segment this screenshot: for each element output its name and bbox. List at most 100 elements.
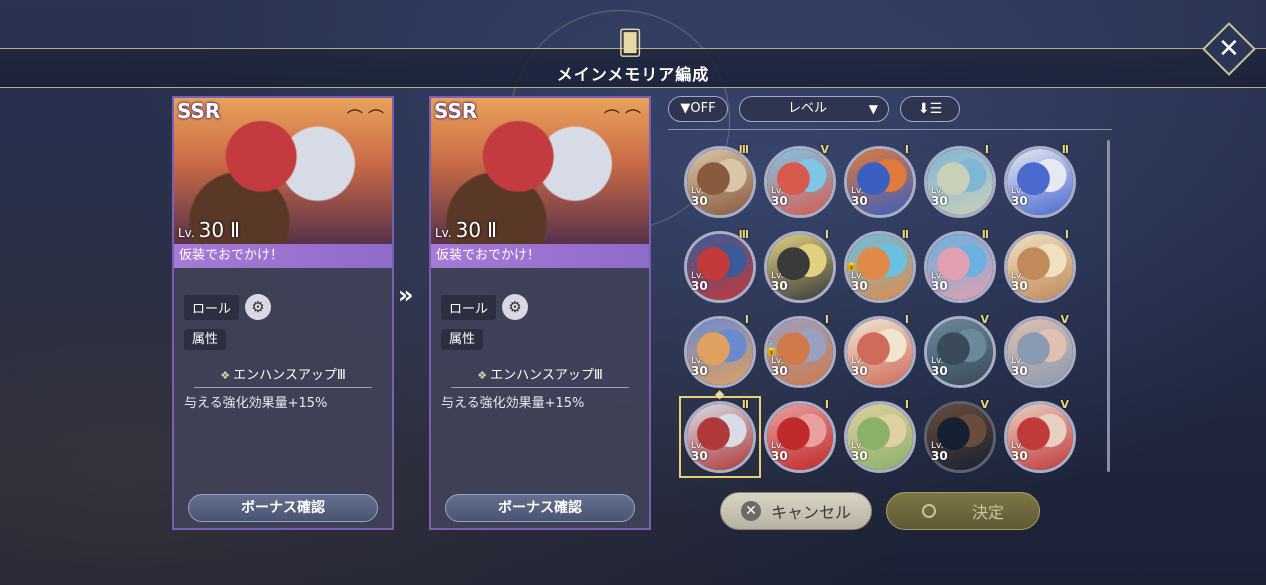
memory-item[interactable]: Lv. 30 Ⅰ bbox=[844, 313, 916, 388]
memory-item[interactable]: Lv. 30 Ⅴ bbox=[1004, 313, 1076, 388]
memory-level: Lv. 30 bbox=[851, 441, 868, 463]
limit-break-tier: Ⅰ bbox=[1064, 228, 1069, 241]
skill-name-text: エンハンスアップⅢ bbox=[233, 368, 346, 383]
chevron-down-icon: ▼ bbox=[868, 102, 878, 116]
memory-level: Lv. 30 bbox=[851, 186, 868, 207]
memory-item[interactable]: Lv. 30 Ⅰ bbox=[844, 143, 916, 218]
memory-item[interactable]: Lv. 30 Ⅴ bbox=[1004, 398, 1076, 473]
skill-icon: ❖ bbox=[477, 369, 488, 382]
bonus-check-button[interactable]: ボーナス確認 bbox=[445, 494, 635, 522]
circle-icon bbox=[921, 504, 936, 518]
sort-dropdown[interactable]: レベル ▼ bbox=[739, 96, 889, 122]
memory-card-art: SSR ⌒ ⌒ Lv. 30 Ⅱ bbox=[431, 98, 649, 244]
memory-level: Lv. 30 bbox=[1011, 356, 1028, 377]
memory-level: Lv. 30 bbox=[691, 356, 708, 378]
memory-item[interactable]: Lv. 30 Ⅴ bbox=[764, 143, 836, 218]
limit-break-tier: Ⅲ bbox=[738, 228, 749, 241]
memory-level: Lv. 30 bbox=[691, 186, 708, 208]
level-value: 30 bbox=[691, 194, 708, 208]
sort-order-button[interactable]: ⬇☰ bbox=[900, 96, 960, 122]
limit-break-tier: Ⅴ bbox=[1060, 313, 1069, 326]
memory-item[interactable]: Lv. 30 Ⅰ bbox=[844, 398, 916, 473]
level-value: 30 bbox=[691, 364, 708, 378]
level-value: 30 bbox=[691, 279, 708, 293]
attribute-label: 属性 bbox=[441, 329, 484, 350]
scrollbar[interactable] bbox=[1107, 140, 1110, 472]
memory-level: Lv. 30 bbox=[931, 441, 948, 463]
memory-item[interactable]: Lv. 30 Ⅴ bbox=[924, 313, 996, 388]
memory-level: Lv. 30 bbox=[1011, 186, 1028, 208]
memory-item[interactable]: Lv. 30 Ⅰ 🔒 bbox=[764, 313, 836, 388]
limit-break-tier: Ⅱ bbox=[1061, 143, 1069, 156]
memory-item[interactable]: Lv. 30 Ⅰ bbox=[1004, 228, 1076, 303]
skill-description: 与える強化効果量+15% bbox=[184, 396, 328, 411]
limit-break-tier: Ⅱ bbox=[487, 218, 497, 242]
memory-item[interactable]: Lv. 30 Ⅲ bbox=[684, 228, 756, 303]
limit-break-tier: Ⅰ bbox=[984, 143, 989, 156]
memory-level: Lv. 30 bbox=[771, 356, 788, 378]
skill-icon: ❖ bbox=[220, 369, 231, 382]
memory-item[interactable]: Lv. 30 Ⅱ bbox=[924, 228, 996, 303]
memory-item[interactable]: Lv. 30 Ⅱ ◆ bbox=[679, 387, 761, 478]
filter-toggle-button[interactable]: ▼OFF bbox=[668, 96, 728, 122]
memory-item[interactable]: Lv. 30 Ⅰ bbox=[764, 228, 836, 303]
cancel-button[interactable]: ✕ キャンセル bbox=[720, 492, 872, 530]
memory-card-art: SSR ⌒ ⌒ Lv. 30 Ⅱ bbox=[174, 98, 392, 244]
level-value: 30 bbox=[851, 279, 868, 293]
limit-break-tier: Ⅰ bbox=[824, 398, 829, 411]
level-value: 30 bbox=[455, 218, 482, 242]
role-label: ロール bbox=[184, 294, 240, 320]
memory-item[interactable]: Lv. 30 Ⅱ bbox=[1004, 143, 1076, 218]
level-value: 30 bbox=[931, 279, 948, 293]
level-value: 30 bbox=[771, 194, 788, 208]
current-memory-card: SSR ⌒ ⌒ Lv. 30 Ⅱ 仮装でおでかけ！ ロール ⚙ 属性 ❖ エンハンスア… bbox=[172, 96, 394, 530]
level-value: 30 bbox=[1011, 279, 1028, 293]
memory-item[interactable]: Lv. 30 Ⅰ bbox=[684, 313, 756, 388]
selection-diamond-icon: ◆ bbox=[715, 387, 725, 401]
memory-level: Lv. 30 bbox=[771, 271, 788, 292]
skill-name: ❖ エンハンスアップⅢ bbox=[194, 364, 372, 388]
memory-name: 仮装でおでかけ！ bbox=[431, 244, 649, 268]
cancel-icon: ✕ bbox=[740, 501, 761, 521]
memory-item[interactable]: Lv. 30 Ⅱ 🔒 bbox=[844, 228, 916, 303]
confirm-button[interactable]: 決定 bbox=[886, 492, 1040, 530]
level-value: 30 bbox=[931, 449, 948, 463]
new-memory-card: SSR ⌒ ⌒ Lv. 30 Ⅱ 仮装でおでかけ！ ロール ⚙ 属性 ❖ エンハンスア… bbox=[429, 96, 651, 530]
memory-level: Lv. 30 bbox=[851, 271, 868, 293]
level-value: 30 bbox=[1011, 194, 1028, 208]
card-level: Lv. 30 Ⅱ bbox=[178, 218, 240, 242]
memory-level: Lv. 30 bbox=[931, 356, 948, 378]
memory-item[interactable]: Lv. 30 Ⅲ bbox=[684, 143, 756, 218]
memory-item[interactable]: Lv. 30 Ⅰ bbox=[924, 143, 996, 218]
level-value: 30 bbox=[931, 194, 948, 208]
level-value: 30 bbox=[851, 449, 868, 463]
level-value: 30 bbox=[931, 364, 948, 378]
level-value: 30 bbox=[771, 449, 788, 463]
attribute-row: 属性 bbox=[184, 328, 227, 350]
page-title: メインメモリア編成 bbox=[556, 65, 710, 84]
limit-break-tier: Ⅲ bbox=[738, 143, 749, 156]
rarity-badge: SSR bbox=[177, 99, 221, 123]
memoria-emblem-icon: 🂠 bbox=[617, 29, 643, 57]
attribute-row: 属性 bbox=[441, 328, 484, 350]
role-row: ロール ⚙ bbox=[184, 294, 272, 320]
memory-level: Lv. 30 bbox=[771, 186, 788, 208]
level-value: 30 bbox=[1011, 449, 1028, 463]
role-label: ロール bbox=[441, 294, 497, 320]
skill-description: 与える強化効果量+15% bbox=[441, 396, 585, 411]
divider bbox=[668, 129, 1112, 130]
card-level: Lv. 30 Ⅱ bbox=[435, 218, 497, 242]
bonus-check-button[interactable]: ボーナス確認 bbox=[188, 494, 378, 522]
selection-frame bbox=[679, 396, 761, 478]
role-row: ロール ⚙ bbox=[441, 294, 529, 320]
level-value: 30 bbox=[771, 364, 788, 378]
limit-break-tier: Ⅰ bbox=[904, 143, 909, 156]
memory-item[interactable]: Lv. 30 Ⅰ bbox=[764, 398, 836, 473]
role-gear-icon: ⚙ bbox=[245, 294, 272, 320]
memory-item[interactable]: Lv. 30 Ⅴ bbox=[924, 398, 996, 473]
memory-level: Lv. 30 bbox=[691, 271, 708, 293]
limit-break-tier: Ⅴ bbox=[980, 313, 989, 326]
level-prefix: Lv. bbox=[178, 226, 195, 240]
lock-icon: 🔒 bbox=[764, 342, 779, 356]
limit-break-tier: Ⅰ bbox=[904, 398, 909, 411]
